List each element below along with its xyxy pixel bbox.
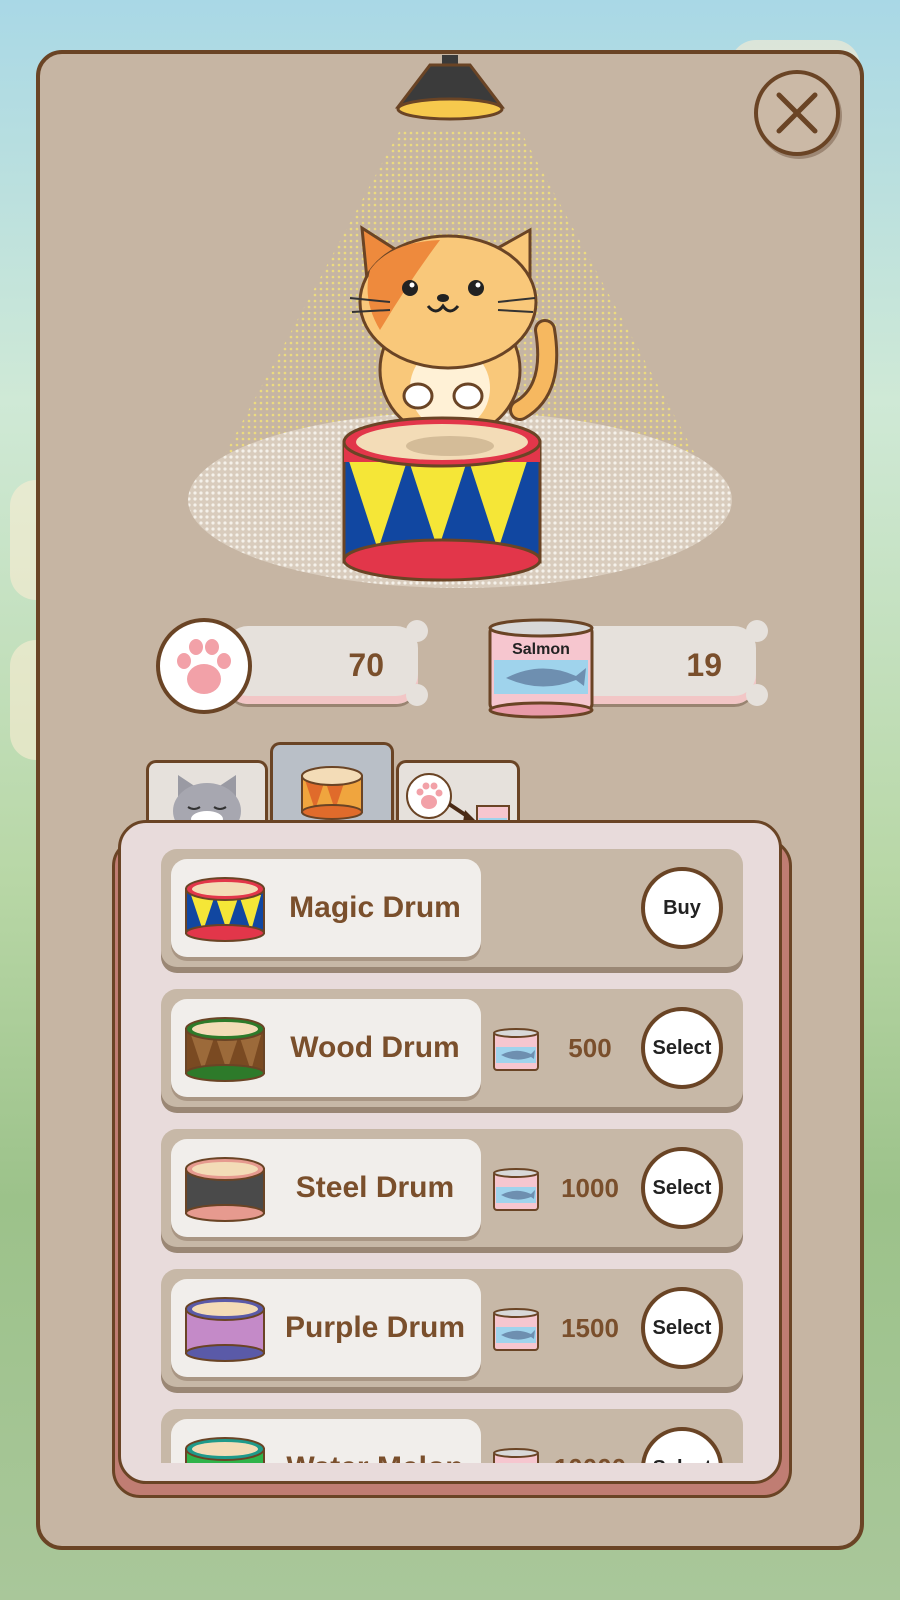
drum-price: 1500 [561, 1313, 619, 1343]
select-button[interactable]: Select [641, 1007, 723, 1089]
counter-knob [746, 684, 768, 706]
drum-label-card: Purple Drum [171, 1279, 481, 1377]
salmon-can-icon [493, 1308, 539, 1351]
select-button[interactable]: Select [641, 1427, 723, 1463]
drum-icon [185, 1437, 265, 1463]
cat-on-drum-illustration [342, 225, 559, 582]
drum-name: Magic Drum [289, 891, 461, 924]
drum-icon [185, 1297, 265, 1362]
drum-price: 10000 [545, 1409, 635, 1463]
drum-icon [301, 765, 363, 820]
select-button[interactable]: Select [641, 1287, 723, 1369]
salmon-can-icon: Salmon [488, 618, 594, 719]
drum-name: Purple Drum [284, 1311, 466, 1344]
drum-row: Purple Drum 1500 Select [161, 1269, 743, 1387]
drum-name: Steel Drum [295, 1171, 455, 1204]
drum-icon [185, 877, 265, 942]
paw-icon [156, 618, 252, 714]
close-button[interactable] [754, 70, 840, 156]
drum-icon [185, 1157, 265, 1222]
salmon-can-icon [493, 1168, 539, 1211]
drum-price: 500 [568, 1033, 612, 1063]
salmon-can-icon [493, 1448, 539, 1463]
salmon-counter: 19 [572, 626, 756, 704]
drum-label-card: Magic Drum [171, 859, 481, 957]
drum-row: Steel Drum 1000 Select [161, 1129, 743, 1247]
paw-count: 70 [348, 647, 384, 683]
counter-knob [746, 620, 768, 642]
can-label: Salmon [512, 641, 570, 658]
salmon-count: 19 [686, 647, 722, 683]
drum-name: Wood Drum [290, 1031, 460, 1064]
drum-row: Water Melon 10000 Select [161, 1409, 743, 1463]
salmon-can-icon [493, 1028, 539, 1071]
counter-knob [406, 684, 428, 706]
drum-label-card: Water Melon [171, 1419, 481, 1463]
drum-label-card: Wood Drum [171, 999, 481, 1097]
drum-name: Water Melon [277, 1419, 473, 1463]
drum-icon [185, 1017, 265, 1082]
select-button[interactable]: Select [641, 1147, 723, 1229]
drum-label-card: Steel Drum [171, 1139, 481, 1237]
drum-price: 1000 [561, 1173, 619, 1203]
lamp-icon [394, 55, 506, 121]
paw-counter: 70 [226, 626, 418, 704]
drum-row: Magic Drum Buy [161, 849, 743, 967]
drum-row: Wood Drum 500 Select [161, 989, 743, 1107]
buy-button[interactable]: Buy [641, 867, 723, 949]
drum-list: Magic Drum Buy Wood Drum 500 Select Stee… [118, 820, 782, 1484]
close-icon [776, 92, 818, 134]
counter-knob [406, 620, 428, 642]
